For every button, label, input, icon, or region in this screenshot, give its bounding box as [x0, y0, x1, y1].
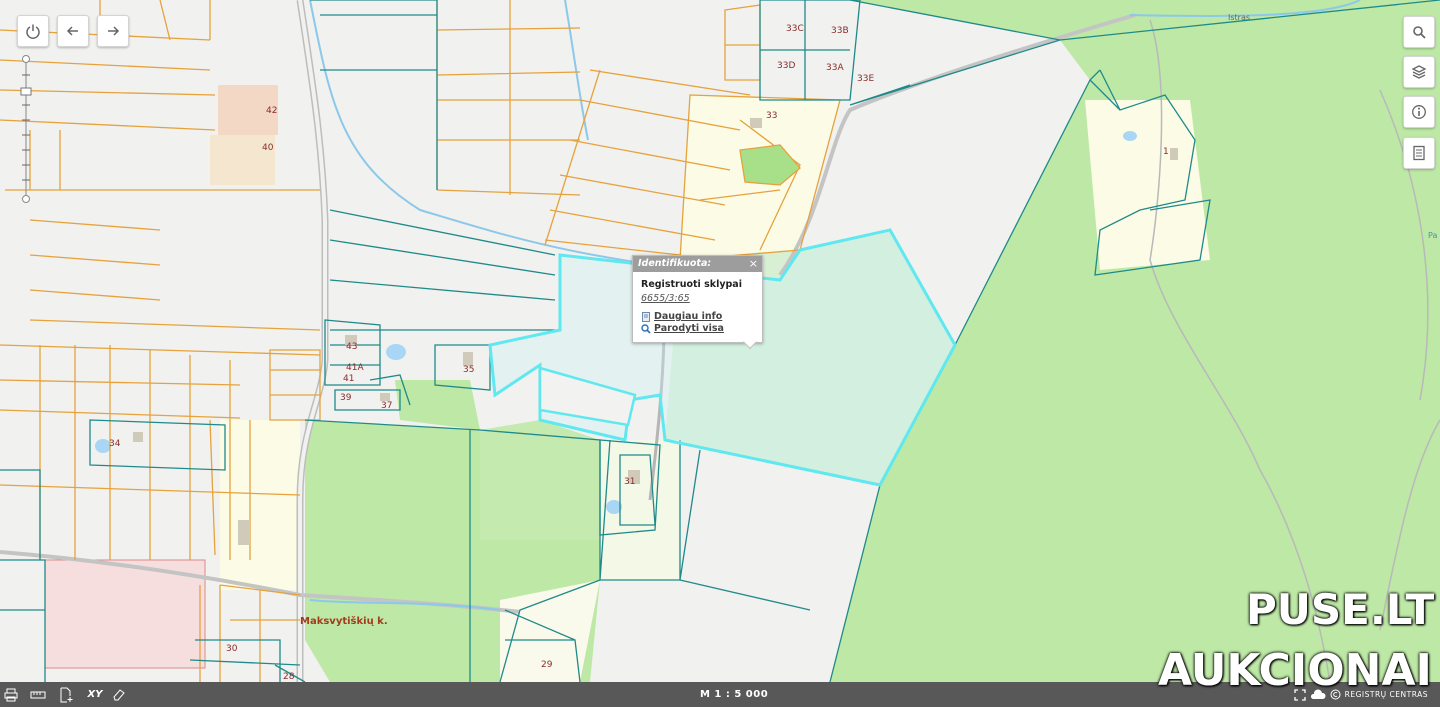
parcel-label: 33E	[857, 74, 874, 84]
parcel-label: 31	[624, 477, 635, 487]
xy-coordinates-button[interactable]: XY	[84, 682, 106, 707]
print-icon	[4, 688, 18, 701]
zoom-slider[interactable]	[17, 55, 35, 205]
parcel-label: 29	[541, 660, 553, 670]
parcel-label: 33D	[777, 61, 795, 71]
eraser-icon	[112, 689, 125, 701]
edge-label: Pa	[1428, 231, 1437, 240]
document-icon	[642, 311, 650, 322]
power-icon	[26, 24, 40, 39]
hatched-plot	[44, 559, 206, 669]
add-document-button[interactable]	[57, 682, 75, 707]
info-button[interactable]	[1403, 96, 1435, 128]
parcel-label: 33A	[826, 63, 844, 73]
parcel-label: 1	[1163, 147, 1169, 157]
power-button[interactable]	[17, 15, 49, 47]
scale-label: M 1 : 5 000	[700, 689, 769, 700]
parcel-label: 33	[766, 111, 777, 121]
add-document-icon	[60, 687, 73, 702]
back-arrow-icon	[66, 26, 78, 36]
parcel-label: 34	[109, 439, 121, 449]
more-info-link[interactable]: Daugiau info	[641, 311, 762, 322]
eraser-button[interactable]	[110, 682, 126, 707]
print-button[interactable]	[2, 682, 20, 707]
popup-header-title: Identifikuota:	[638, 258, 712, 269]
cadastral-number-link[interactable]: 6655/3:65	[641, 293, 762, 304]
measure-icon	[30, 691, 46, 698]
back-button[interactable]	[57, 15, 89, 47]
pond	[1123, 131, 1137, 141]
farmland-area	[1085, 100, 1210, 270]
forward-button[interactable]	[97, 15, 129, 47]
farmland-area	[220, 420, 300, 590]
legend-button[interactable]	[1403, 137, 1435, 169]
parcel-label: 35	[463, 365, 474, 375]
info-icon	[1412, 105, 1426, 119]
parcel-label: 41A	[346, 363, 364, 373]
close-icon[interactable]: ×	[749, 256, 758, 272]
layers-button[interactable]	[1403, 56, 1435, 88]
layers-icon	[1411, 65, 1427, 79]
more-info-label: Daugiau info	[654, 311, 723, 322]
parcel-label: 33B	[831, 26, 849, 36]
popup-header: Identifikuota: ×	[633, 256, 762, 272]
parcel-label: 37	[381, 401, 392, 411]
settlement-label: Maksvytiškių k.	[300, 615, 388, 627]
parcel-label: 41	[343, 374, 354, 384]
xy-coordinates-icon: XY	[87, 689, 103, 700]
parcel-label: 33C	[786, 24, 804, 34]
map-canvas[interactable]: 42 40 43 41A 41 39 37 35 34 33C 33B 33D …	[0, 0, 1440, 707]
road-label: Istras	[1228, 13, 1250, 22]
pond	[386, 344, 406, 360]
watermark-line2: AUKCIONAI	[1158, 645, 1432, 696]
identify-popup: Identifikuota: × Registruoti sklypai 665…	[632, 255, 763, 350]
show-all-label: Parodyti visa	[654, 323, 724, 334]
parcel-label: 30	[226, 644, 238, 654]
parcel-label: 42	[266, 106, 277, 116]
show-all-link[interactable]: Parodyti visa	[641, 323, 762, 334]
parcel-label: 28	[283, 672, 295, 682]
magnifier-icon	[641, 323, 651, 334]
popup-title: Registruoti sklypai	[641, 279, 742, 290]
search-button[interactable]	[1403, 16, 1435, 48]
parcel-label: 39	[340, 393, 352, 403]
search-icon	[1413, 26, 1426, 39]
legend-icon	[1413, 145, 1425, 161]
zoom-handle	[20, 87, 32, 96]
watermark-line1: PUSE.LT	[1246, 585, 1435, 634]
parcel-label: 40	[262, 143, 274, 153]
measure-button[interactable]	[28, 682, 48, 707]
forward-arrow-icon	[108, 26, 120, 36]
parcel-label: 43	[346, 342, 357, 352]
